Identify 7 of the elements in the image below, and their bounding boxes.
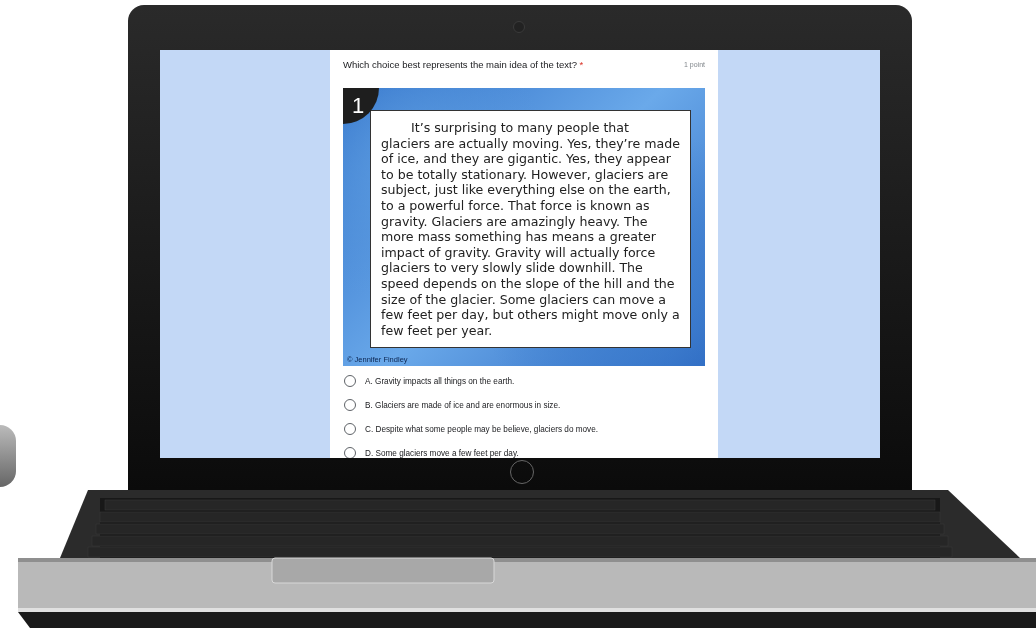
option-label[interactable]: D. Some glaciers move a few feet per day. <box>365 448 519 458</box>
option-label[interactable]: C. Despite what some people may be believe, glaciers do move. <box>365 424 598 434</box>
option-label[interactable]: B. Glaciers are made of ice and are enormous in size. <box>365 400 561 410</box>
question-text: Which choice best represents the main idea of the text? * <box>343 58 584 70</box>
number-badge: 1 <box>343 88 379 124</box>
option-label[interactable]: A. Gravity impacts all things on the earth. <box>365 376 515 386</box>
passage-text: It’s surprising to many people that glaciers are actually moving. Yes, they’re made of ice, and they are gigantic. Yes, they appear to be totally stationary. However, glaciers are subject, just like everything else on the earth, to a powerful force. That force is known as gravity. Glaciers are amazingly heavy. The more mass something has means a greater impact of gravity. Gravity will actually force glaciers to very slowly slide downhill. The speed depends on the slope of the hill and the size of the glacier. Some glaciers can move a few feet per day, but others might move only a few feet per year. <box>381 120 681 339</box>
